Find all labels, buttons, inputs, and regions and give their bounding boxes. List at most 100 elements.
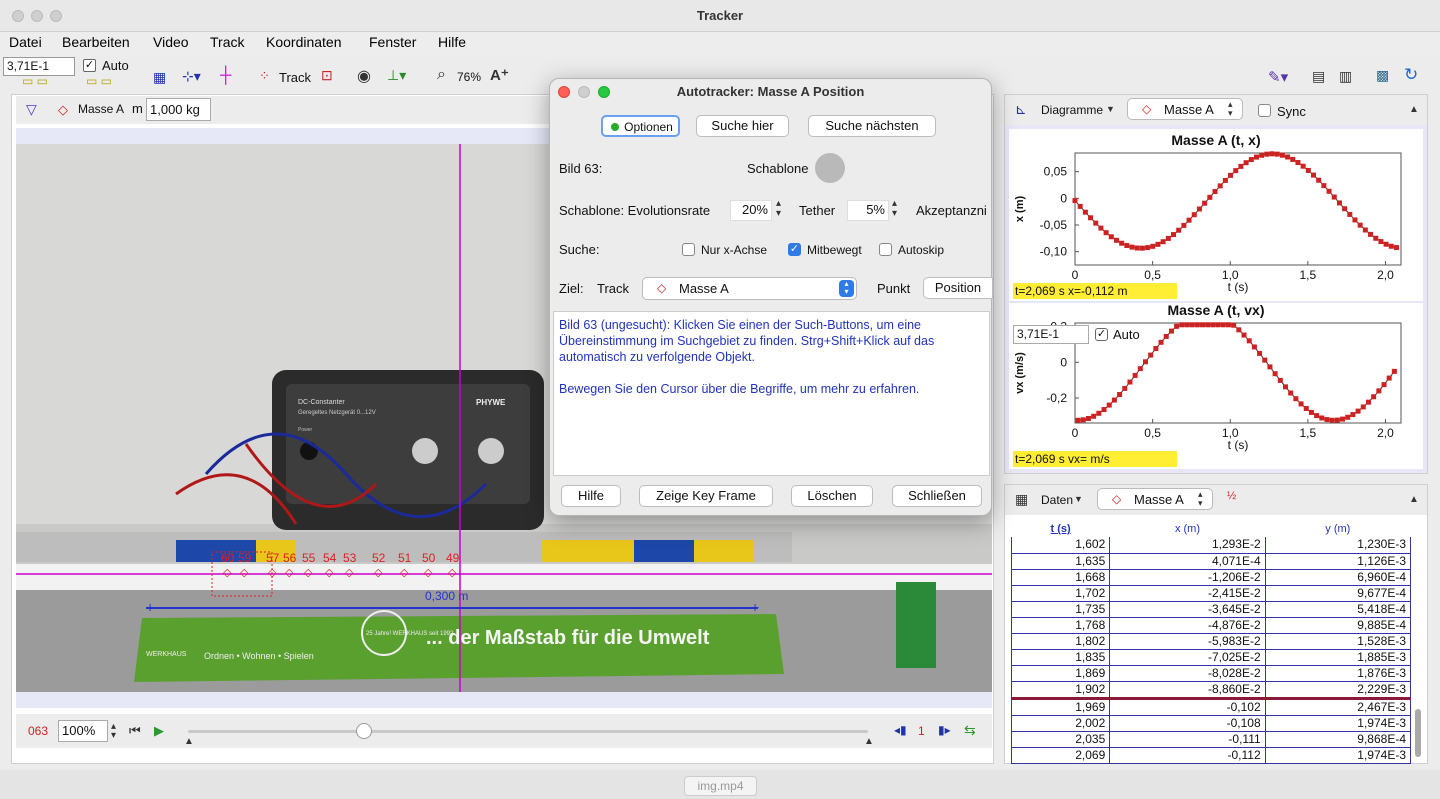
- cell-y[interactable]: 1,126E-3: [1264, 553, 1412, 570]
- chart-view-selector[interactable]: Diagramme: [1041, 103, 1103, 117]
- show-key-frame-button[interactable]: Zeige Key Frame: [639, 485, 773, 507]
- chart-1[interactable]: Masse A (t, x) 0 0,5 1,0 1,5 2,0 t (s) 0,05 0 -0,…: [1009, 129, 1423, 301]
- cell-x[interactable]: -8,860E-2: [1109, 681, 1266, 699]
- cell-t[interactable]: 1,835: [1010, 649, 1111, 666]
- start-marker-icon[interactable]: ▲: [184, 736, 194, 747]
- open-file-icon[interactable]: ▭ ▭: [22, 74, 48, 88]
- autotracker-icon[interactable]: ⊡: [321, 67, 333, 84]
- cell-x[interactable]: -4,876E-2: [1109, 617, 1266, 634]
- table-row[interactable]: 1,969 -0,102 2,467E-3: [1010, 698, 1412, 716]
- cell-x[interactable]: -1,206E-2: [1109, 569, 1266, 586]
- column-header-x[interactable]: x (m): [1110, 521, 1265, 537]
- clip-settings-icon[interactable]: ▦: [153, 69, 166, 86]
- search-here-button[interactable]: Suche hier: [696, 115, 789, 137]
- cell-t[interactable]: 1,735: [1010, 601, 1111, 618]
- frame-number[interactable]: 063: [28, 724, 48, 738]
- cell-t[interactable]: 2,069: [1010, 747, 1111, 764]
- chart-track-select[interactable]: ◇ Masse A ▴ ▾: [1127, 98, 1243, 120]
- memory-icon[interactable]: ▩: [1376, 67, 1389, 84]
- track-dropdown-icon[interactable]: ▽: [26, 101, 37, 118]
- evolution-rate-field[interactable]: 20%: [730, 200, 772, 221]
- cell-t[interactable]: 1,969: [1010, 698, 1111, 716]
- loop-icon[interactable]: ⇆: [964, 722, 976, 739]
- coordinate-axes-icon[interactable]: ⊹▾: [182, 68, 201, 85]
- cell-y[interactable]: 1,876E-3: [1264, 665, 1412, 682]
- table-row[interactable]: 1,668 -1,206E-2 6,960E-4: [1010, 569, 1412, 586]
- rewind-icon[interactable]: ⏮: [129, 723, 141, 739]
- delete-button[interactable]: Löschen: [791, 485, 873, 507]
- track-point-marker[interactable]: ◇: [223, 566, 232, 579]
- cell-x[interactable]: -0,111: [1109, 731, 1266, 748]
- track-point-marker[interactable]: ◇: [374, 566, 383, 579]
- target-track-select[interactable]: ◇ Masse A ▴ ▾: [642, 277, 857, 300]
- track-point-marker[interactable]: ◇: [448, 566, 457, 579]
- table-row[interactable]: 1,702 -2,415E-2 9,677E-4: [1010, 585, 1412, 602]
- cell-t[interactable]: 1,802: [1010, 633, 1111, 650]
- menu-help[interactable]: Hilfe: [438, 34, 466, 50]
- rate-spinner-icon[interactable]: ▴ ▾: [111, 722, 116, 741]
- cell-y[interactable]: 5,418E-4: [1264, 601, 1412, 618]
- trails-icon[interactable]: ⊥▾: [387, 67, 406, 84]
- fraction-icon[interactable]: ½: [1227, 490, 1236, 502]
- play-icon[interactable]: ▶: [154, 723, 164, 739]
- cell-t[interactable]: 1,768: [1010, 617, 1111, 634]
- cell-y[interactable]: 2,467E-3: [1264, 698, 1412, 716]
- sync-checkbox[interactable]: [1258, 104, 1271, 117]
- search-next-button[interactable]: Suche nächsten: [808, 115, 936, 137]
- cell-t[interactable]: 1,869: [1010, 665, 1111, 682]
- track-button-label[interactable]: Track: [279, 70, 311, 85]
- tether-spinner-icon[interactable]: ▴ ▾: [892, 199, 897, 219]
- menu-window[interactable]: Fenster: [369, 34, 416, 50]
- save-file-icon[interactable]: ▭ ▭: [86, 74, 112, 88]
- cell-t[interactable]: 1,602: [1010, 537, 1111, 554]
- autoskip-checkbox[interactable]: [879, 243, 892, 256]
- step-back-icon[interactable]: ◂▮: [894, 723, 907, 737]
- end-marker-icon[interactable]: ▲: [864, 736, 874, 747]
- cell-x[interactable]: 4,071E-4: [1109, 553, 1266, 570]
- font-size-icon[interactable]: A⁺: [490, 66, 509, 84]
- auto-checkbox[interactable]: ✓: [83, 59, 96, 72]
- evolution-spinner-icon[interactable]: ▴ ▾: [776, 199, 781, 219]
- options-button[interactable]: Optionen: [601, 115, 680, 137]
- cell-t[interactable]: 1,902: [1010, 681, 1111, 699]
- menu-track[interactable]: Track: [210, 34, 244, 50]
- track-name[interactable]: Masse A: [78, 102, 124, 116]
- table-row[interactable]: 1,635 4,071E-4 1,126E-3: [1010, 553, 1412, 570]
- cell-t[interactable]: 2,002: [1010, 715, 1111, 732]
- cell-y[interactable]: 9,885E-4: [1264, 617, 1412, 634]
- follow-checkbox[interactable]: ✓: [788, 243, 801, 256]
- visibility-eye-icon[interactable]: ◉: [357, 66, 371, 86]
- table-row[interactable]: 2,035 -0,111 9,868E-4: [1010, 731, 1412, 748]
- chevron-down-icon[interactable]: ▼: [1074, 494, 1083, 504]
- track-point-marker[interactable]: ◇: [325, 566, 334, 579]
- cell-y[interactable]: 1,974E-3: [1264, 747, 1412, 764]
- timeline-thumb[interactable]: [356, 723, 372, 739]
- table-row[interactable]: 2,002 -0,108 1,974E-3: [1010, 715, 1412, 732]
- chevron-down-icon[interactable]: ▼: [1106, 104, 1115, 114]
- chart-2[interactable]: Masse A (t, vx)00,51,01,52,0t (s)0,20-0,…: [1009, 302, 1423, 469]
- cell-x[interactable]: -3,645E-2: [1109, 601, 1266, 618]
- step-forward-icon[interactable]: ▮▸: [938, 723, 951, 737]
- cell-x[interactable]: -0,108: [1109, 715, 1266, 732]
- cell-x[interactable]: -5,983E-2: [1109, 633, 1266, 650]
- menu-video[interactable]: Video: [153, 34, 189, 50]
- track-point-marker[interactable]: ◇: [240, 566, 249, 579]
- cell-y[interactable]: 6,960E-4: [1264, 569, 1412, 586]
- collapse-icon[interactable]: ▲: [1409, 494, 1419, 505]
- cell-x[interactable]: -2,415E-2: [1109, 585, 1266, 602]
- pencil-icon[interactable]: ✎▾: [1268, 68, 1288, 86]
- cell-t[interactable]: 2,035: [1010, 731, 1111, 748]
- table-row[interactable]: 1,869 -8,028E-2 1,876E-3: [1010, 665, 1412, 682]
- cell-y[interactable]: 9,868E-4: [1264, 731, 1412, 748]
- table-view-selector[interactable]: Daten: [1041, 493, 1073, 507]
- cell-t[interactable]: 1,635: [1010, 553, 1111, 570]
- menu-edit[interactable]: Bearbeiten: [62, 34, 130, 50]
- cell-x[interactable]: 1,293E-2: [1109, 537, 1266, 554]
- table-row[interactable]: 1,902 -8,860E-2 2,229E-3: [1010, 681, 1412, 699]
- cell-x[interactable]: -8,028E-2: [1109, 665, 1266, 682]
- cell-x[interactable]: -0,102: [1109, 698, 1266, 716]
- mass-field[interactable]: 1,000 kg: [146, 98, 211, 121]
- table-row[interactable]: 1,735 -3,645E-2 5,418E-4: [1010, 601, 1412, 618]
- cell-y[interactable]: 1,528E-3: [1264, 633, 1412, 650]
- timeline-slider[interactable]: [188, 730, 868, 733]
